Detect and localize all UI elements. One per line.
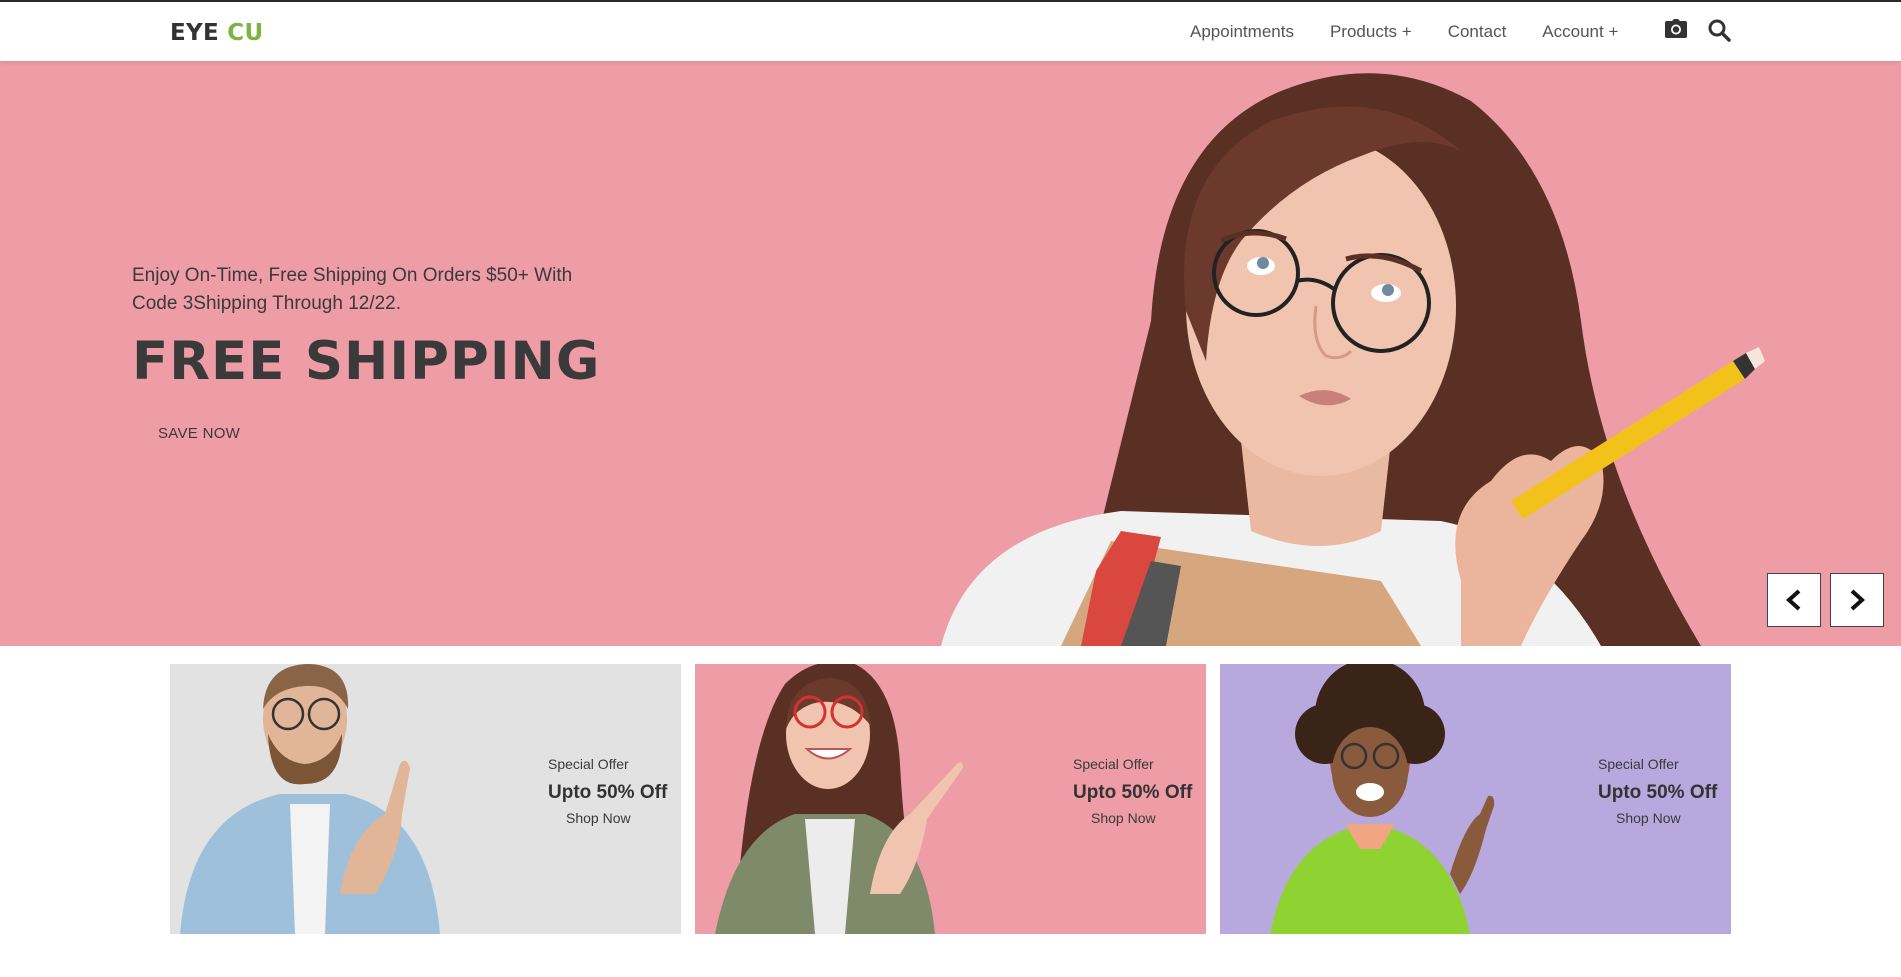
site-header: EYE CU Appointments Products + Contact A… xyxy=(0,2,1901,61)
save-now-button[interactable]: SAVE NOW xyxy=(148,419,250,448)
offer-card-women[interactable]: Special Offer Upto 50% Off Shop Now xyxy=(695,664,1206,934)
logo-text-eye: EYE xyxy=(170,20,219,46)
logo-text-cu: CU xyxy=(227,20,264,46)
chevron-right-icon xyxy=(1850,589,1865,611)
hero-subtitle: Enjoy On-Time, Free Shipping On Orders $… xyxy=(132,265,573,314)
offer-card-kids[interactable]: Special Offer Upto 50% Off Shop Now xyxy=(1220,664,1731,934)
hero-banner: Enjoy On-Time, Free Shipping On Orders $… xyxy=(0,61,1901,646)
offer-card-women-image xyxy=(715,664,963,934)
offer-label: Special Offer xyxy=(1598,756,1679,772)
offer-card-men-text: Special Offer Upto 50% Off Shop Now xyxy=(548,756,678,826)
camera-icon[interactable] xyxy=(1664,18,1688,45)
carousel-prev-button[interactable] xyxy=(1767,573,1821,627)
nav-item-products[interactable]: Products + xyxy=(1330,22,1412,42)
carousel-next-button[interactable] xyxy=(1830,573,1884,627)
offer-card-kids-text: Special Offer Upto 50% Off Shop Now xyxy=(1598,756,1728,826)
site-logo[interactable]: EYE CU xyxy=(170,20,263,46)
hero-model-image xyxy=(941,73,1765,646)
offer-card-kids-image xyxy=(1270,664,1495,934)
offer-discount: Upto 50% Off xyxy=(1073,782,1193,803)
offer-label: Special Offer xyxy=(1073,756,1154,772)
offer-card-men-image xyxy=(180,664,440,934)
offer-card-men[interactable]: Special Offer Upto 50% Off Shop Now xyxy=(170,664,681,934)
offer-label: Special Offer xyxy=(548,756,629,772)
nav-item-appointments[interactable]: Appointments xyxy=(1190,22,1294,42)
chevron-left-icon xyxy=(1786,589,1801,611)
hero-title: FREE SHIPPING xyxy=(132,331,601,392)
offer-cards: Special Offer Upto 50% Off Shop Now Spec… xyxy=(170,664,1731,934)
search-icon[interactable] xyxy=(1707,18,1731,47)
shop-now-link[interactable]: Shop Now xyxy=(1598,810,1728,826)
main-nav: Appointments Products + Contact Account … xyxy=(1190,22,1654,42)
offer-discount: Upto 50% Off xyxy=(548,782,668,803)
offer-discount: Upto 50% Off xyxy=(1598,782,1718,803)
nav-item-account[interactable]: Account + xyxy=(1542,22,1618,42)
offer-card-women-text: Special Offer Upto 50% Off Shop Now xyxy=(1073,756,1203,826)
nav-item-contact[interactable]: Contact xyxy=(1448,22,1507,42)
shop-now-link[interactable]: Shop Now xyxy=(548,810,678,826)
shop-now-link[interactable]: Shop Now xyxy=(1073,810,1203,826)
